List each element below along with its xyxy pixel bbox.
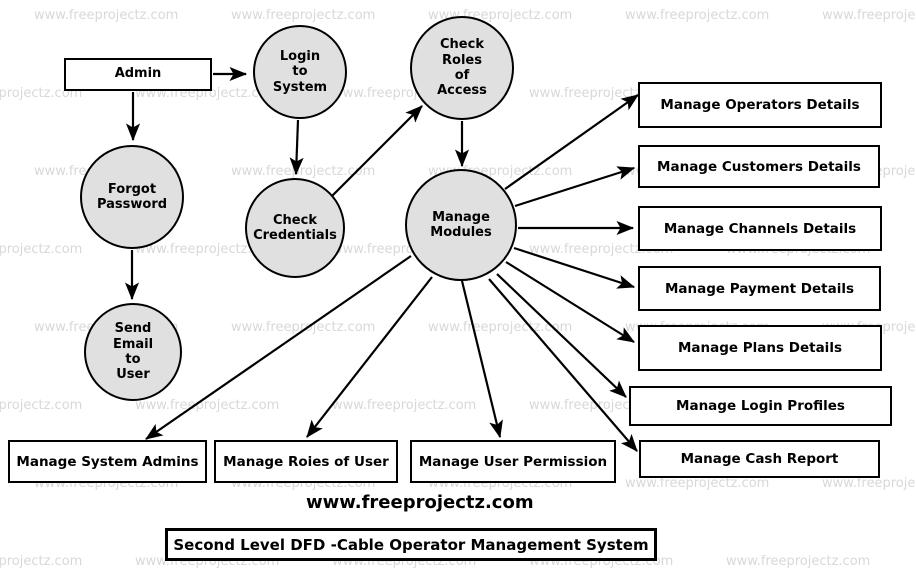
watermark-text: www.freeprojectz.com [726,554,871,569]
watermark-text: www.freeprojectz.com [625,476,770,491]
watermark-text: www.freeprojectz.com [428,320,573,335]
edge-modules-to-payment [513,246,636,289]
datastore-manage-customers-details-label: Manage Customers Details [657,158,861,175]
datastore-manage-operators-details[interactable]: Manage Operators Details [638,82,882,128]
datastore-manage-channels-details-label: Manage Channels Details [663,220,857,237]
watermark-text: www.freeprojectz.com [0,398,83,413]
watermark-text: www.freeprojectz.com [822,476,916,491]
process-check-credentials[interactable]: Check Credentials [245,178,345,278]
process-send-email-to-user-label: Send Email to User [112,321,154,383]
datastore-manage-cash-report-label: Manage Cash Report [680,451,839,467]
watermark-text: www.freeprojectz.com [135,398,280,413]
datastore-manage-user-permission-label: Manage User Permission [418,453,608,470]
edge-modules-to-user-permission [460,280,503,439]
edge-modules-to-roles-of-user [306,276,433,438]
external-entity-admin[interactable]: Admin [64,58,212,91]
watermark-text: www.freeprojectz.com [0,242,83,257]
edge-modules-to-customers [514,166,636,208]
process-login-to-system-label: Login to System [272,49,328,95]
datastore-manage-plans-details[interactable]: Manage Plans Details [638,325,882,371]
datastore-manage-customers-details[interactable]: Manage Customers Details [638,145,880,188]
watermark-text: www.freeprojectz.com [231,320,376,335]
edge-modules-to-plans [505,261,635,343]
datastore-manage-operators-details-label: Manage Operators Details [660,97,860,113]
process-check-roles[interactable]: Check Roles of Access [410,16,514,120]
datastore-manage-channels-details[interactable]: Manage Channels Details [638,206,882,251]
datastore-manage-system-admins-label: Manage System Admins [16,453,199,470]
process-login-to-system[interactable]: Login to System [253,25,347,119]
diagram-title-label: Second Level DFD -Cable Operator Managem… [173,535,649,554]
process-manage-modules[interactable]: Manage Modules [405,169,517,281]
edge-login-to-check-credentials [289,119,304,176]
watermark-text: www.freeprojectz.com [231,164,376,179]
datastore-manage-payment-details[interactable]: Manage Payment Details [638,266,881,311]
datastore-manage-login-profiles-label: Manage Login Profiles [676,398,845,414]
datastore-manage-cash-report[interactable]: Manage Cash Report [639,440,880,478]
watermark-text: www.freeprojectz.com [822,8,916,23]
datastore-manage-system-admins[interactable]: Manage System Admins [8,440,207,483]
process-check-credentials-label: Check Credentials [253,212,337,243]
watermark-text: www.freeprojectz.com [0,554,83,569]
process-forgot-password[interactable]: Forgot Password [80,145,184,249]
watermark-text: www.freeprojectz.com [625,8,770,23]
edge-modules-to-operators [504,94,639,190]
watermark-text: www.freeprojectz.com [231,8,376,23]
process-manage-modules-label: Manage Modules [430,209,492,240]
datastore-manage-user-permission[interactable]: Manage User Permission [410,440,616,483]
watermark-text: www.freeprojectz.com [34,8,179,23]
dfd-canvas: www.freeprojectz.com www.freeprojectz.com… [0,0,916,587]
diagram-title-box: Second Level DFD -Cable Operator Managem… [165,528,657,561]
external-entity-admin-label: Admin [114,66,162,82]
edge-modules-to-login-profiles [496,273,627,398]
datastore-manage-roles-of-user-label: Manage Roies of User [223,453,389,470]
process-forgot-password-label: Forgot Password [96,181,168,212]
process-send-email-to-user[interactable]: Send Email to User [84,303,182,401]
datastore-manage-plans-details-label: Manage Plans Details [678,340,842,356]
watermark-text: www.freeprojectz.com [332,398,477,413]
edge-credentials-to-check-roles [331,105,423,197]
edge-modules-to-cash-report [488,278,638,452]
datastore-manage-login-profiles[interactable]: Manage Login Profiles [629,386,892,426]
process-check-roles-label: Check Roles of Access [437,37,487,99]
site-credit: www.freeprojectz.com [306,492,534,513]
datastore-manage-roles-of-user[interactable]: Manage Roies of User [214,440,398,483]
datastore-manage-payment-details-label: Manage Payment Details [664,280,854,297]
edge-modules-to-system-admins [145,255,412,440]
